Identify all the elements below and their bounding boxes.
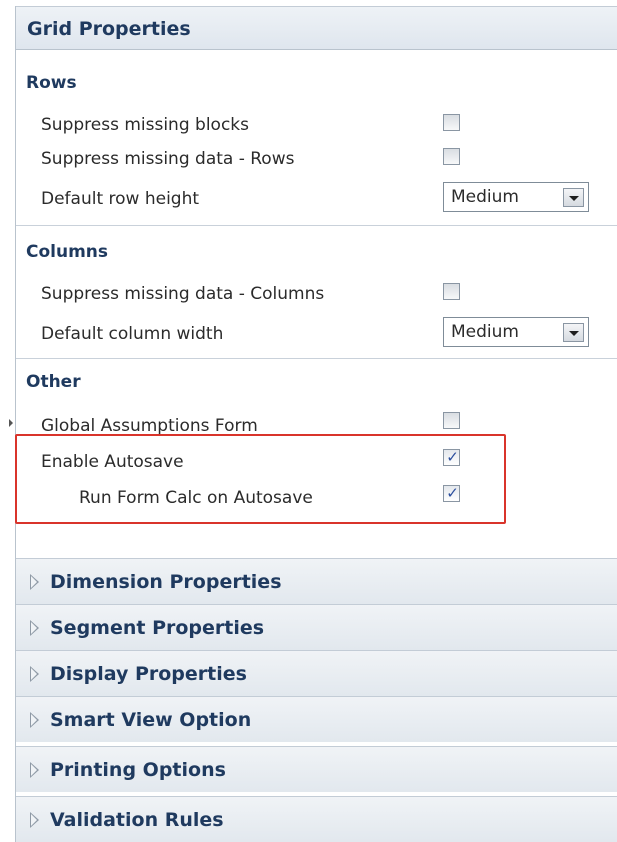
global-assumptions-form-checkbox[interactable]	[443, 412, 460, 429]
chevron-right-icon	[30, 666, 39, 682]
validation-rules-label: Validation Rules	[50, 809, 224, 831]
grid-properties-header[interactable]: Grid Properties	[16, 6, 617, 50]
chevron-down-icon[interactable]	[563, 323, 584, 342]
printing-options-section[interactable]: Printing Options	[16, 746, 617, 792]
suppress-missing-data-columns-checkbox[interactable]	[443, 283, 460, 300]
default-row-height-value: Medium	[451, 187, 519, 207]
default-column-width-value: Medium	[451, 322, 519, 342]
grid-properties-title: Grid Properties	[27, 18, 191, 40]
columns-section-title: Columns	[26, 242, 109, 262]
segment-properties-label: Segment Properties	[50, 617, 265, 639]
display-properties-label: Display Properties	[50, 663, 247, 685]
dimension-properties-label: Dimension Properties	[50, 571, 282, 593]
validation-rules-section[interactable]: Validation Rules	[16, 796, 617, 842]
chevron-right-icon	[30, 574, 39, 590]
default-column-width-select[interactable]: Medium	[443, 317, 589, 347]
other-section-title: Other	[26, 372, 81, 392]
segment-properties-section[interactable]: Segment Properties	[16, 604, 617, 650]
chevron-right-icon	[30, 712, 39, 728]
rows-section-title: Rows	[26, 73, 77, 93]
printing-options-label: Printing Options	[50, 759, 226, 781]
section-divider	[16, 358, 617, 359]
suppress-missing-data-rows-checkbox[interactable]	[443, 148, 460, 165]
autosave-highlight-box	[15, 434, 506, 524]
chevron-right-icon	[30, 620, 39, 636]
chevron-down-icon[interactable]	[563, 188, 584, 207]
splitter-handle-icon[interactable]	[9, 419, 13, 427]
default-row-height-label: Default row height	[41, 189, 200, 209]
suppress-missing-data-rows-label: Suppress missing data - Rows	[41, 149, 295, 169]
section-divider	[16, 225, 617, 226]
chevron-right-icon	[30, 762, 39, 778]
grid-properties-panel: Grid Properties Rows Suppress missing bl…	[15, 6, 617, 842]
global-assumptions-form-label: Global Assumptions Form	[41, 416, 258, 436]
smart-view-option-label: Smart View Option	[50, 709, 252, 731]
suppress-missing-data-columns-label: Suppress missing data - Columns	[41, 284, 325, 304]
suppress-missing-blocks-checkbox[interactable]	[443, 114, 460, 131]
suppress-missing-blocks-label: Suppress missing blocks	[41, 115, 249, 135]
display-properties-section[interactable]: Display Properties	[16, 650, 617, 696]
default-column-width-label: Default column width	[41, 324, 224, 344]
smart-view-option-section[interactable]: Smart View Option	[16, 696, 617, 742]
chevron-right-icon	[30, 812, 39, 828]
default-row-height-select[interactable]: Medium	[443, 182, 589, 212]
dimension-properties-section[interactable]: Dimension Properties	[16, 558, 617, 604]
